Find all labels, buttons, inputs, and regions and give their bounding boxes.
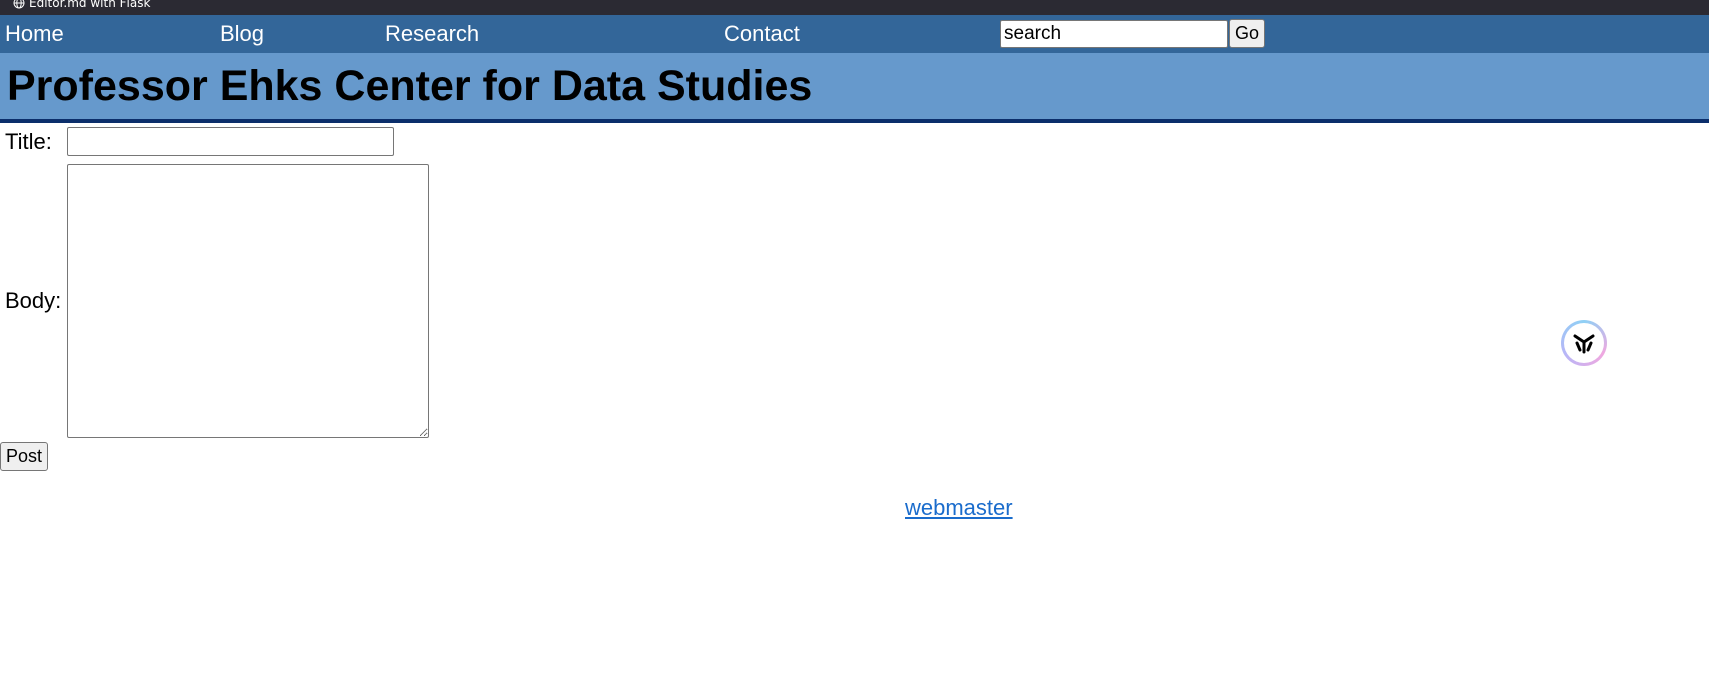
body-label: Body: [5,288,62,313]
search-form: Go [1000,19,1266,48]
nav-link-research[interactable]: Research [385,23,479,45]
body-textarea[interactable] [67,164,429,438]
webmaster-link[interactable]: webmaster [905,495,1013,521]
header-banner: Professor Ehks Center for Data Studies [0,53,1709,123]
search-go-button[interactable]: Go [1229,19,1266,48]
nav-link-contact[interactable]: Contact [724,23,800,45]
globe-icon [13,0,25,9]
browser-tab-strip: Editor.md with Flask [0,0,1709,15]
page-title: Professor Ehks Center for Data Studies [7,62,813,110]
title-input[interactable] [67,127,394,156]
browser-tab[interactable]: Editor.md with Flask [13,0,150,9]
post-button[interactable]: Post [0,442,49,471]
assistant-icon [1564,323,1604,363]
nav-link-blog[interactable]: Blog [220,23,264,45]
nav-link-home[interactable]: Home [5,23,64,45]
assistant-widget-button[interactable] [1561,320,1607,366]
top-navbar: Home Blog Research Contact Go [0,15,1709,53]
search-input[interactable] [1000,19,1228,48]
title-label: Title: [5,129,52,154]
browser-tab-title: Editor.md with Flask [29,0,151,10]
